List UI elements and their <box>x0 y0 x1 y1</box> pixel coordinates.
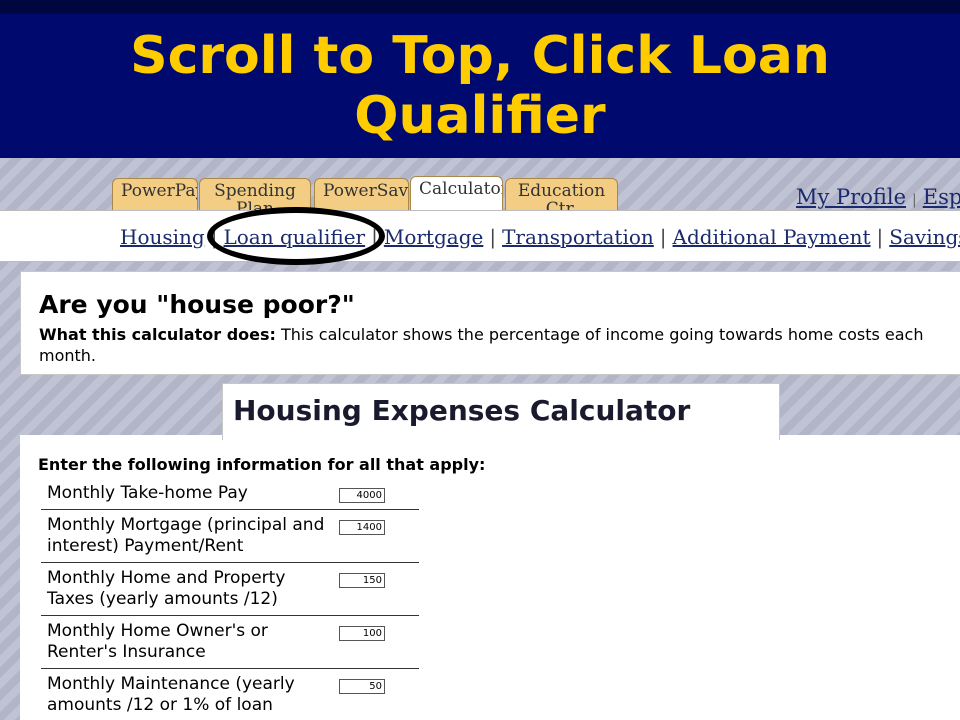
slide-title-line-1: Scroll to Top, Click Loan <box>130 26 830 86</box>
form-row: Monthly Home Owner's or Renter's Insuran… <box>41 615 419 669</box>
header-link-separator: | <box>912 192 917 208</box>
calculator-subnav: Housing | Loan qualifier | Mortgage | Transpor… <box>0 210 960 262</box>
property-taxes-input[interactable] <box>339 573 385 588</box>
calculator-panel: Enter the following information for all … <box>20 435 960 720</box>
housing-expenses-form: Monthly Take-home Pay Monthly Mortgage (… <box>41 478 419 720</box>
tab-spending-plan[interactable]: Spending Plan <box>199 178 311 210</box>
tab-calculators[interactable]: Calculators <box>410 176 503 212</box>
description-label: What this calculator does: <box>39 325 276 344</box>
insurance-label: Monthly Home Owner's or Renter's Insuran… <box>41 615 333 669</box>
slide-title-line-2: Qualifier <box>354 86 606 146</box>
espanol-link[interactable]: Español <box>923 185 960 209</box>
mortgage-payment-label: Monthly Mortgage (principal and interest… <box>41 509 333 563</box>
property-taxes-label: Monthly Home and Property Taxes (yearly … <box>41 562 333 616</box>
maintenance-input[interactable] <box>339 679 385 694</box>
banner-top-strip <box>0 0 960 14</box>
tab-powerpay[interactable]: PowerPay <box>112 178 198 210</box>
intro-panel: Are you "house poor?" What this calculat… <box>20 271 960 375</box>
header-links: My Profile | Español <box>796 185 960 209</box>
subnav-mortgage[interactable]: Mortgage <box>384 225 483 249</box>
form-row: Monthly Maintenance (yearly amounts /12 … <box>41 668 419 720</box>
calculator-title: Housing Expenses Calculator <box>233 394 691 427</box>
take-home-pay-label: Monthly Take-home Pay <box>41 478 333 510</box>
tab-powersaver[interactable]: PowerSaver <box>314 178 409 210</box>
subnav-separator: | <box>489 225 497 249</box>
subnav-separator: | <box>659 225 667 249</box>
form-instructions: Enter the following information for all … <box>38 455 486 474</box>
subnav-savings[interactable]: Savings <box>889 225 960 249</box>
calculator-title-box: Housing Expenses Calculator <box>222 383 780 440</box>
calculator-description: What this calculator does: This calculat… <box>39 324 960 366</box>
form-row: Monthly Take-home Pay <box>41 478 419 510</box>
subnav-additional-payment[interactable]: Additional Payment <box>673 225 871 249</box>
tab-education-center[interactable]: Education Ctr. <box>505 178 618 210</box>
slide-title-banner: Scroll to Top, Click Loan Qualifier <box>0 0 960 158</box>
subnav-separator: | <box>876 225 884 249</box>
insurance-input[interactable] <box>339 626 385 641</box>
take-home-pay-input[interactable] <box>339 488 385 503</box>
mortgage-payment-input[interactable] <box>339 520 385 535</box>
app-screenshot: PowerPay Spending Plan PowerSaver Calcul… <box>0 158 960 720</box>
form-row: Monthly Mortgage (principal and interest… <box>41 509 419 563</box>
my-profile-link[interactable]: My Profile <box>796 185 906 209</box>
highlight-circle <box>207 207 385 265</box>
page-heading: Are you "house poor?" <box>39 290 355 319</box>
form-row: Monthly Home and Property Taxes (yearly … <box>41 562 419 616</box>
subnav-housing[interactable]: Housing <box>120 225 205 249</box>
slide-title: Scroll to Top, Click Loan Qualifier <box>0 26 960 146</box>
main-tab-bar: PowerPay Spending Plan PowerSaver Calcul… <box>0 158 960 212</box>
subnav-transportation[interactable]: Transportation <box>502 225 654 249</box>
maintenance-label: Monthly Maintenance (yearly amounts /12 … <box>41 668 333 720</box>
